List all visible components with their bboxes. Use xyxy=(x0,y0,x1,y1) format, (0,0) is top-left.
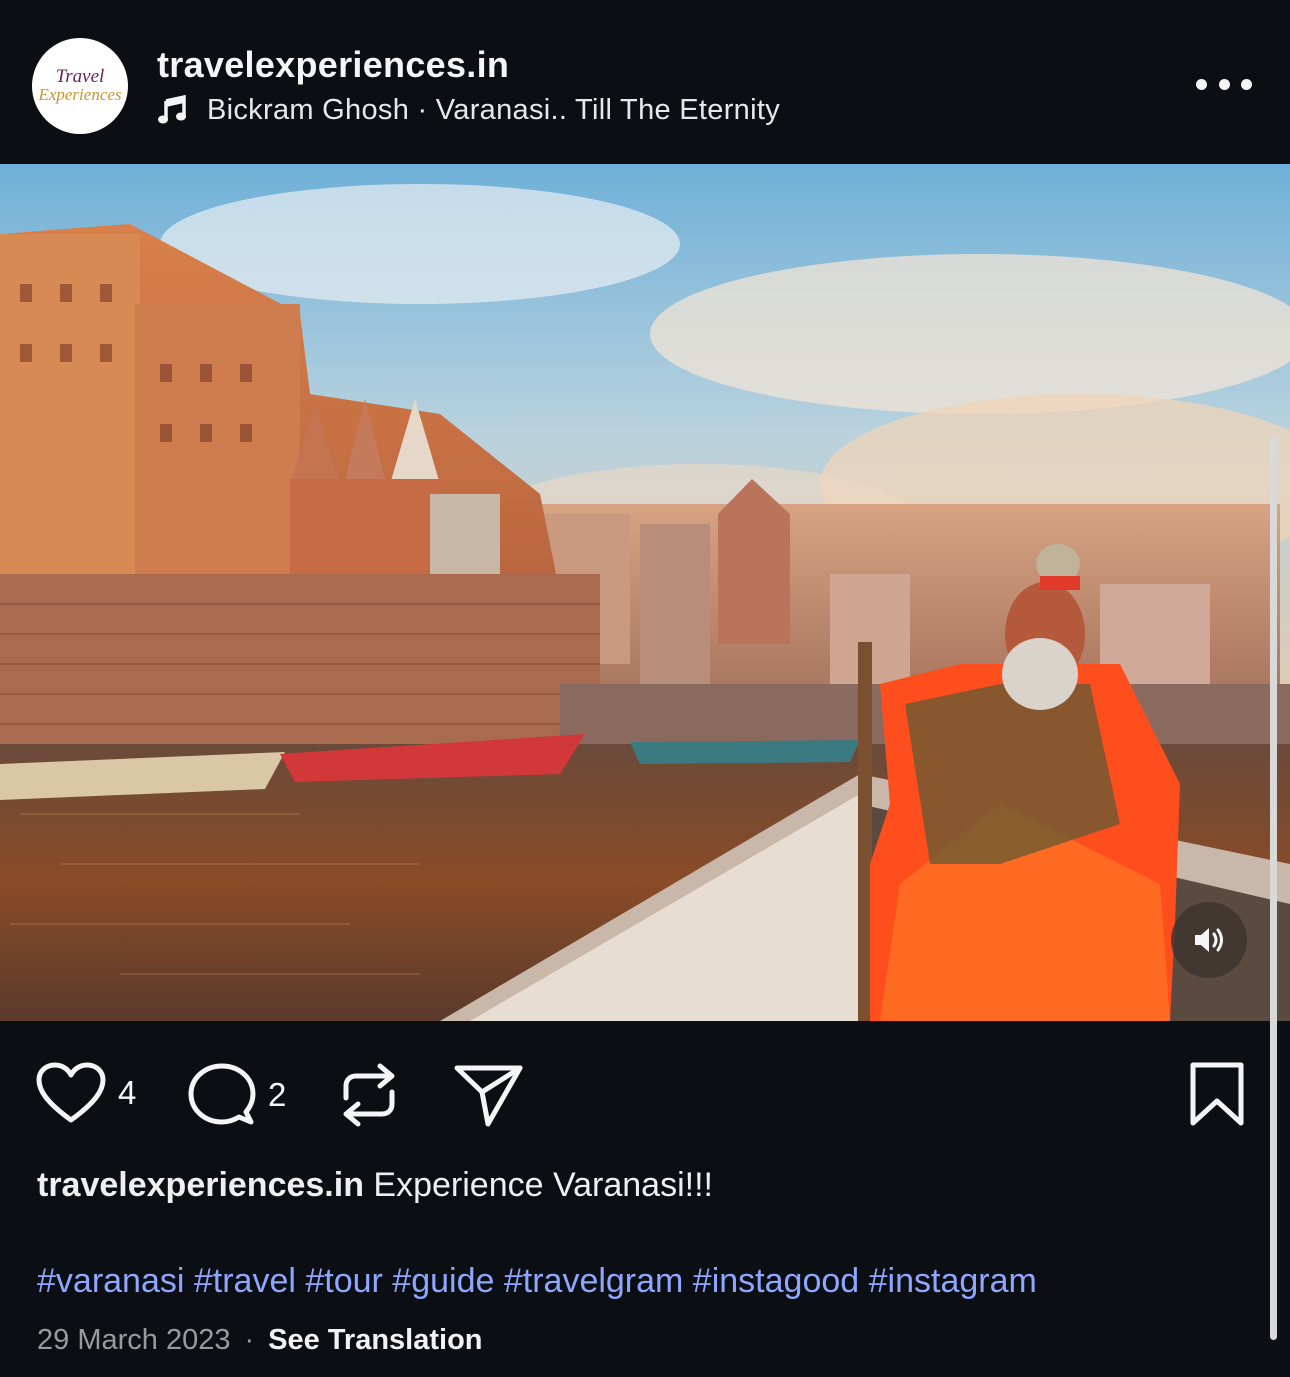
share-action[interactable] xyxy=(454,1062,524,1128)
post-username[interactable]: travelexperiences.in xyxy=(157,44,509,86)
avatar[interactable]: Travel Experiences xyxy=(32,38,128,134)
post-photo xyxy=(0,164,1290,1021)
repost-action[interactable] xyxy=(338,1062,400,1128)
avatar-logo-line1: Travel xyxy=(55,66,105,87)
caption-text: Experience Varanasi!!! xyxy=(363,1166,713,1204)
more-options-icon[interactable] xyxy=(1196,70,1252,98)
repost-icon[interactable] xyxy=(338,1062,400,1128)
like-action[interactable]: 4 xyxy=(36,1062,136,1124)
audio-track-label: Bickram Ghosh · Varanasi.. Till The Eter… xyxy=(207,93,780,126)
meta-separator: · xyxy=(244,1324,255,1356)
post-media[interactable] xyxy=(0,164,1290,1021)
comment-icon[interactable] xyxy=(188,1062,256,1128)
post-date: 29 March 2023 xyxy=(37,1324,231,1356)
bookmark-icon[interactable] xyxy=(1188,1062,1246,1126)
heart-icon[interactable] xyxy=(36,1062,106,1124)
bookmark-action[interactable] xyxy=(1188,1062,1246,1126)
caption-username[interactable]: travelexperiences.in xyxy=(37,1166,364,1204)
hashtags[interactable]: #varanasi #travel #tour #guide #travelgr… xyxy=(37,1262,1037,1301)
see-translation-link[interactable]: See Translation xyxy=(268,1324,482,1357)
comment-count: 2 xyxy=(268,1076,287,1113)
scrollbar[interactable] xyxy=(1270,436,1277,1340)
avatar-logo-line2: Experiences xyxy=(38,85,122,104)
post-caption: travelexperiences.in Experience Varanasi… xyxy=(37,1166,713,1205)
comment-action[interactable]: 2 xyxy=(188,1062,286,1128)
post-meta: 29 March 2023 · See Translation xyxy=(37,1324,483,1357)
action-bar: 4 2 xyxy=(0,1040,1290,1140)
music-note-icon xyxy=(158,94,186,124)
like-count: 4 xyxy=(118,1074,137,1111)
share-icon[interactable] xyxy=(454,1062,524,1128)
audio-attribution[interactable]: Bickram Ghosh · Varanasi.. Till The Eter… xyxy=(157,92,780,128)
post-header: Travel Experiences travelexperiences.in … xyxy=(0,0,1290,164)
volume-icon[interactable] xyxy=(1171,902,1247,978)
